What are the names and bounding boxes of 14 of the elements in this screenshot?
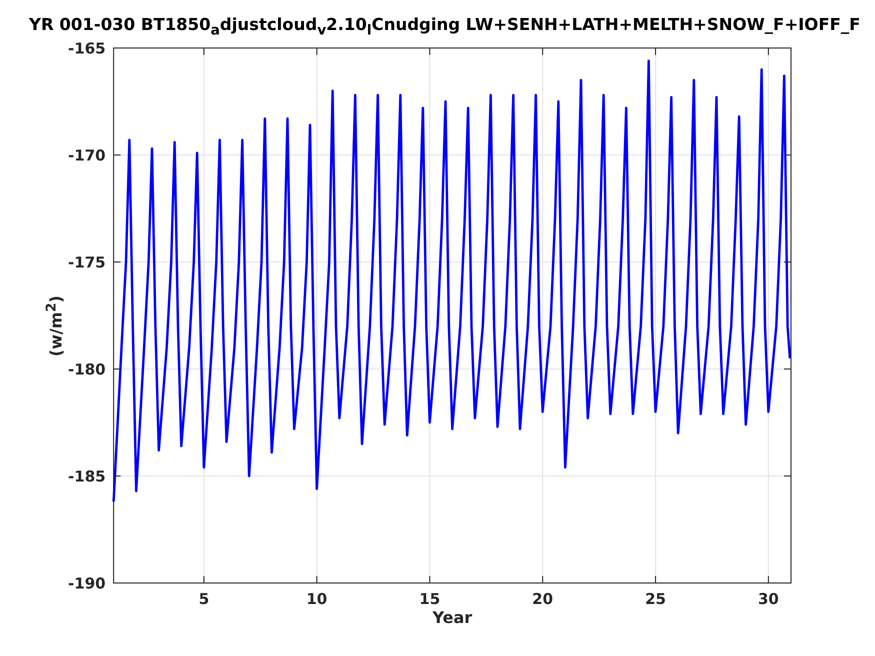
y-tick-label: -175 <box>68 254 106 272</box>
y-tick-label: -165 <box>68 40 106 58</box>
y-tick-label: -170 <box>68 146 106 164</box>
x-tick-label: 30 <box>758 590 779 608</box>
y-tick-label: -185 <box>68 468 106 486</box>
y-tick-label: -180 <box>68 360 106 378</box>
x-tick-label: 10 <box>306 590 328 608</box>
chart-title: YR 001-030 BT1850$_{a}$djustcloud$_{v}$2.10$_{l}$Cnudging LW+SENH+LATH+MELTH+SNOW_F+IOFF_F <box>29 15 860 38</box>
x-tick-label: 15 <box>419 590 440 608</box>
x-axis-label: Year <box>432 608 472 627</box>
x-tick-label: 25 <box>645 590 666 608</box>
x-tick-label: 20 <box>532 590 554 608</box>
y-tick-label: -190 <box>68 574 106 592</box>
x-tick-label: 5 <box>198 590 210 608</box>
